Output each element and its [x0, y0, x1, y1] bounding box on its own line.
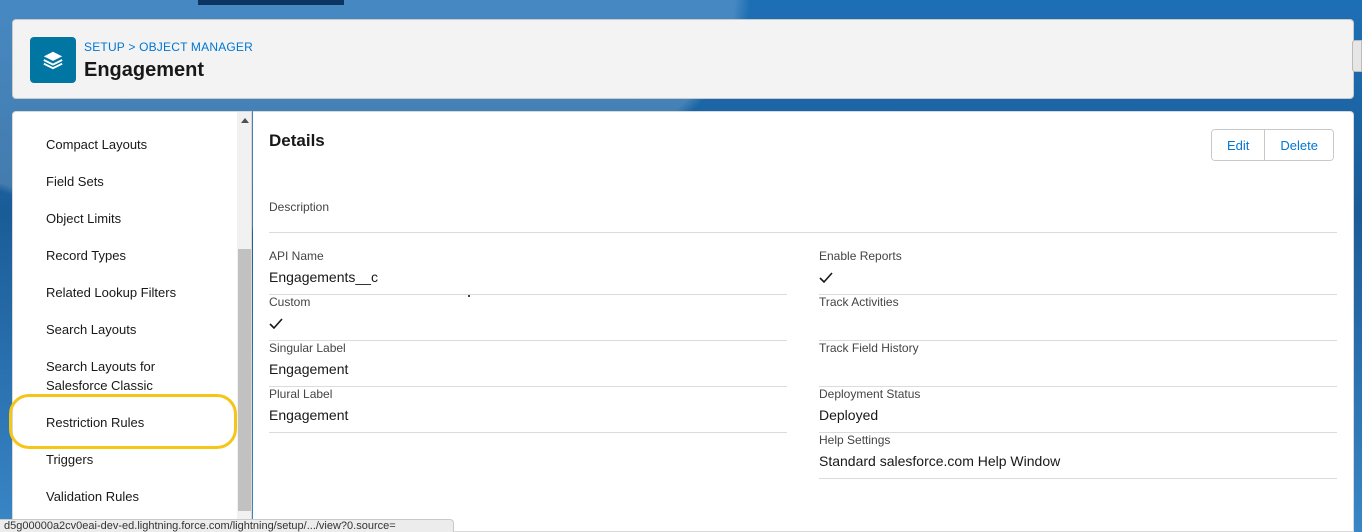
field-api-name: API Name Engagements__c	[269, 249, 787, 295]
field-track-field-history: Track Field History	[819, 341, 1337, 387]
object-manager-sidebar: Compact Layouts Field Sets Object Limits…	[12, 111, 252, 532]
side-panel-handle[interactable]	[1352, 40, 1362, 72]
field-label: Help Settings	[819, 433, 891, 447]
sidebar-item-search-layouts-classic[interactable]: Search Layouts for Salesforce Classic	[46, 357, 176, 395]
field-value: Engagement	[269, 361, 349, 377]
field-value: Deployed	[819, 407, 879, 423]
layers-icon	[30, 37, 76, 83]
scroll-up-arrow-icon[interactable]	[241, 118, 249, 123]
sidebar-item-field-sets[interactable]: Field Sets	[46, 172, 226, 191]
field-value: Engagements__c	[269, 269, 378, 285]
checkmark-icon	[269, 318, 283, 330]
field-label: Custom	[269, 295, 311, 309]
field-custom: Custom	[269, 295, 787, 341]
sidebar-item-related-lookup-filters[interactable]: Related Lookup Filters	[46, 283, 226, 302]
field-value: Standard salesforce.com Help Window	[819, 453, 1061, 469]
object-header: SETUP > OBJECT MANAGER Engagement	[12, 19, 1354, 99]
field-value: Engagement	[269, 407, 349, 423]
sidebar-item-compact-layouts[interactable]: Compact Layouts	[46, 135, 226, 154]
field-enable-reports: Enable Reports	[819, 249, 1337, 295]
sidebar-item-search-layouts[interactable]: Search Layouts	[46, 320, 226, 339]
action-button-group: Edit Delete	[1211, 129, 1334, 161]
field-description: Description	[269, 200, 1337, 233]
field-help-settings: Help Settings Standard salesforce.com He…	[819, 433, 1337, 479]
field-track-activities: Track Activities	[819, 295, 1337, 341]
status-bar-url: d5g00000a2cv0eai-dev-ed.lightning.force.…	[0, 519, 454, 532]
field-label: Description	[269, 200, 330, 214]
field-plural-label: Plural Label Engagement	[269, 387, 787, 433]
details-panel: Details Edit Delete Description API Name…	[253, 111, 1354, 532]
sidebar-item-triggers[interactable]: Triggers	[46, 450, 226, 469]
field-label: Singular Label	[269, 341, 346, 355]
field-label: Plural Label	[269, 387, 333, 401]
page-title: Engagement	[84, 59, 205, 81]
sidebar-item-object-limits[interactable]: Object Limits	[46, 209, 226, 228]
edit-button[interactable]: Edit	[1212, 130, 1265, 160]
field-singular-label: Singular Label Engagement	[269, 341, 787, 387]
delete-button[interactable]: Delete	[1264, 130, 1333, 160]
field-label: Enable Reports	[819, 249, 902, 263]
field-label: Deployment Status	[819, 387, 921, 401]
field-label: Track Field History	[819, 341, 919, 355]
sidebar-item-record-types[interactable]: Record Types	[46, 246, 226, 265]
sidebar-item-validation-rules[interactable]: Validation Rules	[46, 487, 226, 506]
field-deployment-status: Deployment Status Deployed	[819, 387, 1337, 433]
field-label: API Name	[269, 249, 324, 263]
active-tab-indicator	[198, 0, 344, 5]
field-label: Track Activities	[819, 295, 899, 309]
details-title: Details	[269, 131, 325, 150]
highlight-annotation	[9, 394, 237, 449]
cursor-dot	[468, 295, 470, 297]
sidebar-scrollbar[interactable]	[237, 112, 251, 531]
scroll-thumb[interactable]	[238, 249, 251, 511]
checkmark-icon	[819, 272, 833, 284]
breadcrumb[interactable]: SETUP > OBJECT MANAGER	[84, 40, 253, 54]
